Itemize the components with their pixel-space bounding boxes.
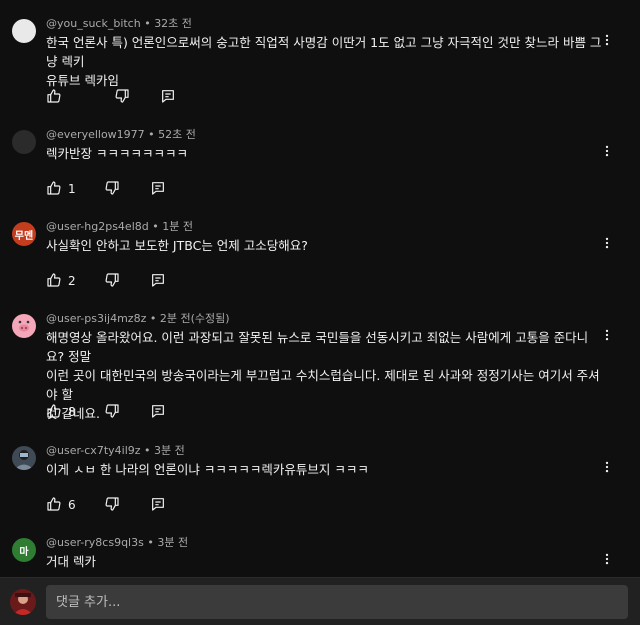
like-count: 6 — [68, 498, 76, 512]
comment-text: 한국 언론사 특) 언론인으로써의 숭고한 직업적 사명감 이딴거 1도 없고 … — [46, 33, 606, 90]
comment-avatar[interactable] — [12, 314, 36, 338]
comment-avatar[interactable] — [12, 19, 36, 43]
comment-text-line: 해명영상 올라왔어요. 이런 과장되고 잘못된 뉴스로 국민들을 선동시키고 죄… — [46, 330, 589, 364]
reply-button[interactable] — [150, 496, 166, 515]
more-vert-icon[interactable] — [598, 458, 616, 476]
comment-actions — [46, 88, 176, 106]
thumb-down-icon — [104, 180, 120, 199]
comment-text: 렉카반장 ㅋㅋㅋㅋㅋㅋㅋㅋ — [46, 144, 606, 163]
thumb-up-icon — [46, 88, 62, 107]
dislike-button[interactable] — [104, 403, 120, 422]
comment-author[interactable]: @user-hg2ps4el8d — [46, 220, 149, 233]
reply-button[interactable] — [150, 272, 166, 291]
comment-text-line: 이게 ㅅㅂ 한 나라의 언론이냐 ㅋㅋㅋㅋㅋ렉카유튜브지 ㅋㅋㅋ — [46, 462, 369, 477]
reply-icon — [150, 496, 166, 515]
comment-text: 사실확인 안하고 보도한 JTBC는 언제 고소당해요? — [46, 236, 606, 255]
meta-separator: • — [146, 312, 160, 325]
comment-text-line: 거대 렉카 — [46, 554, 96, 569]
meta-separator: • — [143, 536, 158, 549]
thumb-up-icon — [46, 496, 62, 515]
thumb-down-icon — [104, 272, 120, 291]
comment-author[interactable]: @user-ry8cs9ql3s — [46, 536, 144, 549]
comment-avatar[interactable]: 무멘 — [12, 222, 36, 246]
like-button[interactable] — [46, 88, 78, 107]
comment-actions: 6 — [46, 496, 166, 514]
comment-time[interactable]: 1분 전 — [162, 220, 193, 233]
thumb-down-icon — [114, 88, 130, 107]
comment-text: 거대 렉카 — [46, 552, 606, 571]
reply-button[interactable] — [150, 180, 166, 199]
comment-text-line: 한국 언론사 특) 언론인으로써의 숭고한 직업적 사명감 이딴거 1도 없고 … — [46, 35, 602, 69]
like-count: 2 — [68, 274, 76, 288]
comment-time[interactable]: 52초 전 — [158, 128, 196, 141]
meta-separator: • — [148, 220, 163, 233]
dislike-button[interactable] — [104, 180, 120, 199]
more-vert-icon[interactable] — [598, 142, 616, 160]
thumb-down-icon — [104, 496, 120, 515]
reply-button[interactable] — [160, 88, 176, 107]
comment-author[interactable]: @you_suck_bitch — [46, 17, 141, 30]
comment-avatar[interactable] — [12, 130, 36, 154]
current-user-avatar — [10, 589, 36, 615]
comment-time[interactable]: 2분 전(수정됨) — [160, 312, 230, 325]
dislike-button[interactable] — [114, 88, 130, 107]
add-comment-input[interactable] — [46, 585, 628, 619]
comment-actions: 8 — [46, 403, 166, 421]
comment-author[interactable]: @everyellow1977 — [46, 128, 145, 141]
more-vert-icon[interactable] — [598, 234, 616, 252]
comment-time[interactable]: 32초 전 — [154, 17, 192, 30]
comment-text-line: 이런 곳이 대한민국의 방송국이라는게 부끄럽고 수치스럽습니다. 제대로 된 … — [46, 368, 600, 402]
comment-avatar[interactable] — [12, 446, 36, 470]
comment-author[interactable]: @user-ps3ij4mz8z — [46, 312, 146, 325]
more-vert-icon[interactable] — [598, 550, 616, 568]
comment-time[interactable]: 3분 전 — [154, 444, 185, 457]
dislike-button[interactable] — [104, 496, 120, 515]
avatar-initials: 무멘 — [14, 230, 34, 242]
reply-icon — [150, 180, 166, 199]
add-comment-bar — [0, 577, 640, 625]
like-count: 1 — [68, 182, 76, 196]
like-button[interactable]: 8 — [46, 403, 78, 422]
reply-icon — [150, 403, 166, 422]
comment-author[interactable]: @user-cx7ty4il9z — [46, 444, 141, 457]
reply-icon — [150, 272, 166, 291]
more-vert-icon[interactable] — [598, 326, 616, 344]
meta-separator: • — [144, 128, 159, 141]
more-vert-icon[interactable] — [598, 31, 616, 49]
comment-time[interactable]: 3분 전 — [157, 536, 188, 549]
like-button[interactable]: 2 — [46, 272, 78, 291]
dislike-button[interactable] — [104, 272, 120, 291]
meta-separator: • — [140, 444, 155, 457]
comment-actions: 1 — [46, 180, 166, 198]
comment-text-line: 렉카반장 ㅋㅋㅋㅋㅋㅋㅋㅋ — [46, 146, 188, 161]
thumb-up-icon — [46, 180, 62, 199]
reply-button[interactable] — [150, 403, 166, 422]
like-button[interactable]: 1 — [46, 180, 78, 199]
thumb-up-icon — [46, 272, 62, 291]
like-button[interactable]: 6 — [46, 496, 78, 515]
comment-text: 이게 ㅅㅂ 한 나라의 언론이냐 ㅋㅋㅋㅋㅋ렉카유튜브지 ㅋㅋㅋ — [46, 460, 606, 479]
comment-text-line: 사실확인 안하고 보도한 JTBC는 언제 고소당해요? — [46, 238, 308, 253]
reply-icon — [160, 88, 176, 107]
thumb-up-icon — [46, 403, 62, 422]
comment-actions: 2 — [46, 272, 166, 290]
like-count: 8 — [68, 405, 76, 419]
thumb-down-icon — [104, 403, 120, 422]
avatar-initials: 마 — [19, 546, 29, 558]
meta-separator: • — [140, 17, 155, 30]
comment-avatar[interactable]: 마 — [12, 538, 36, 562]
